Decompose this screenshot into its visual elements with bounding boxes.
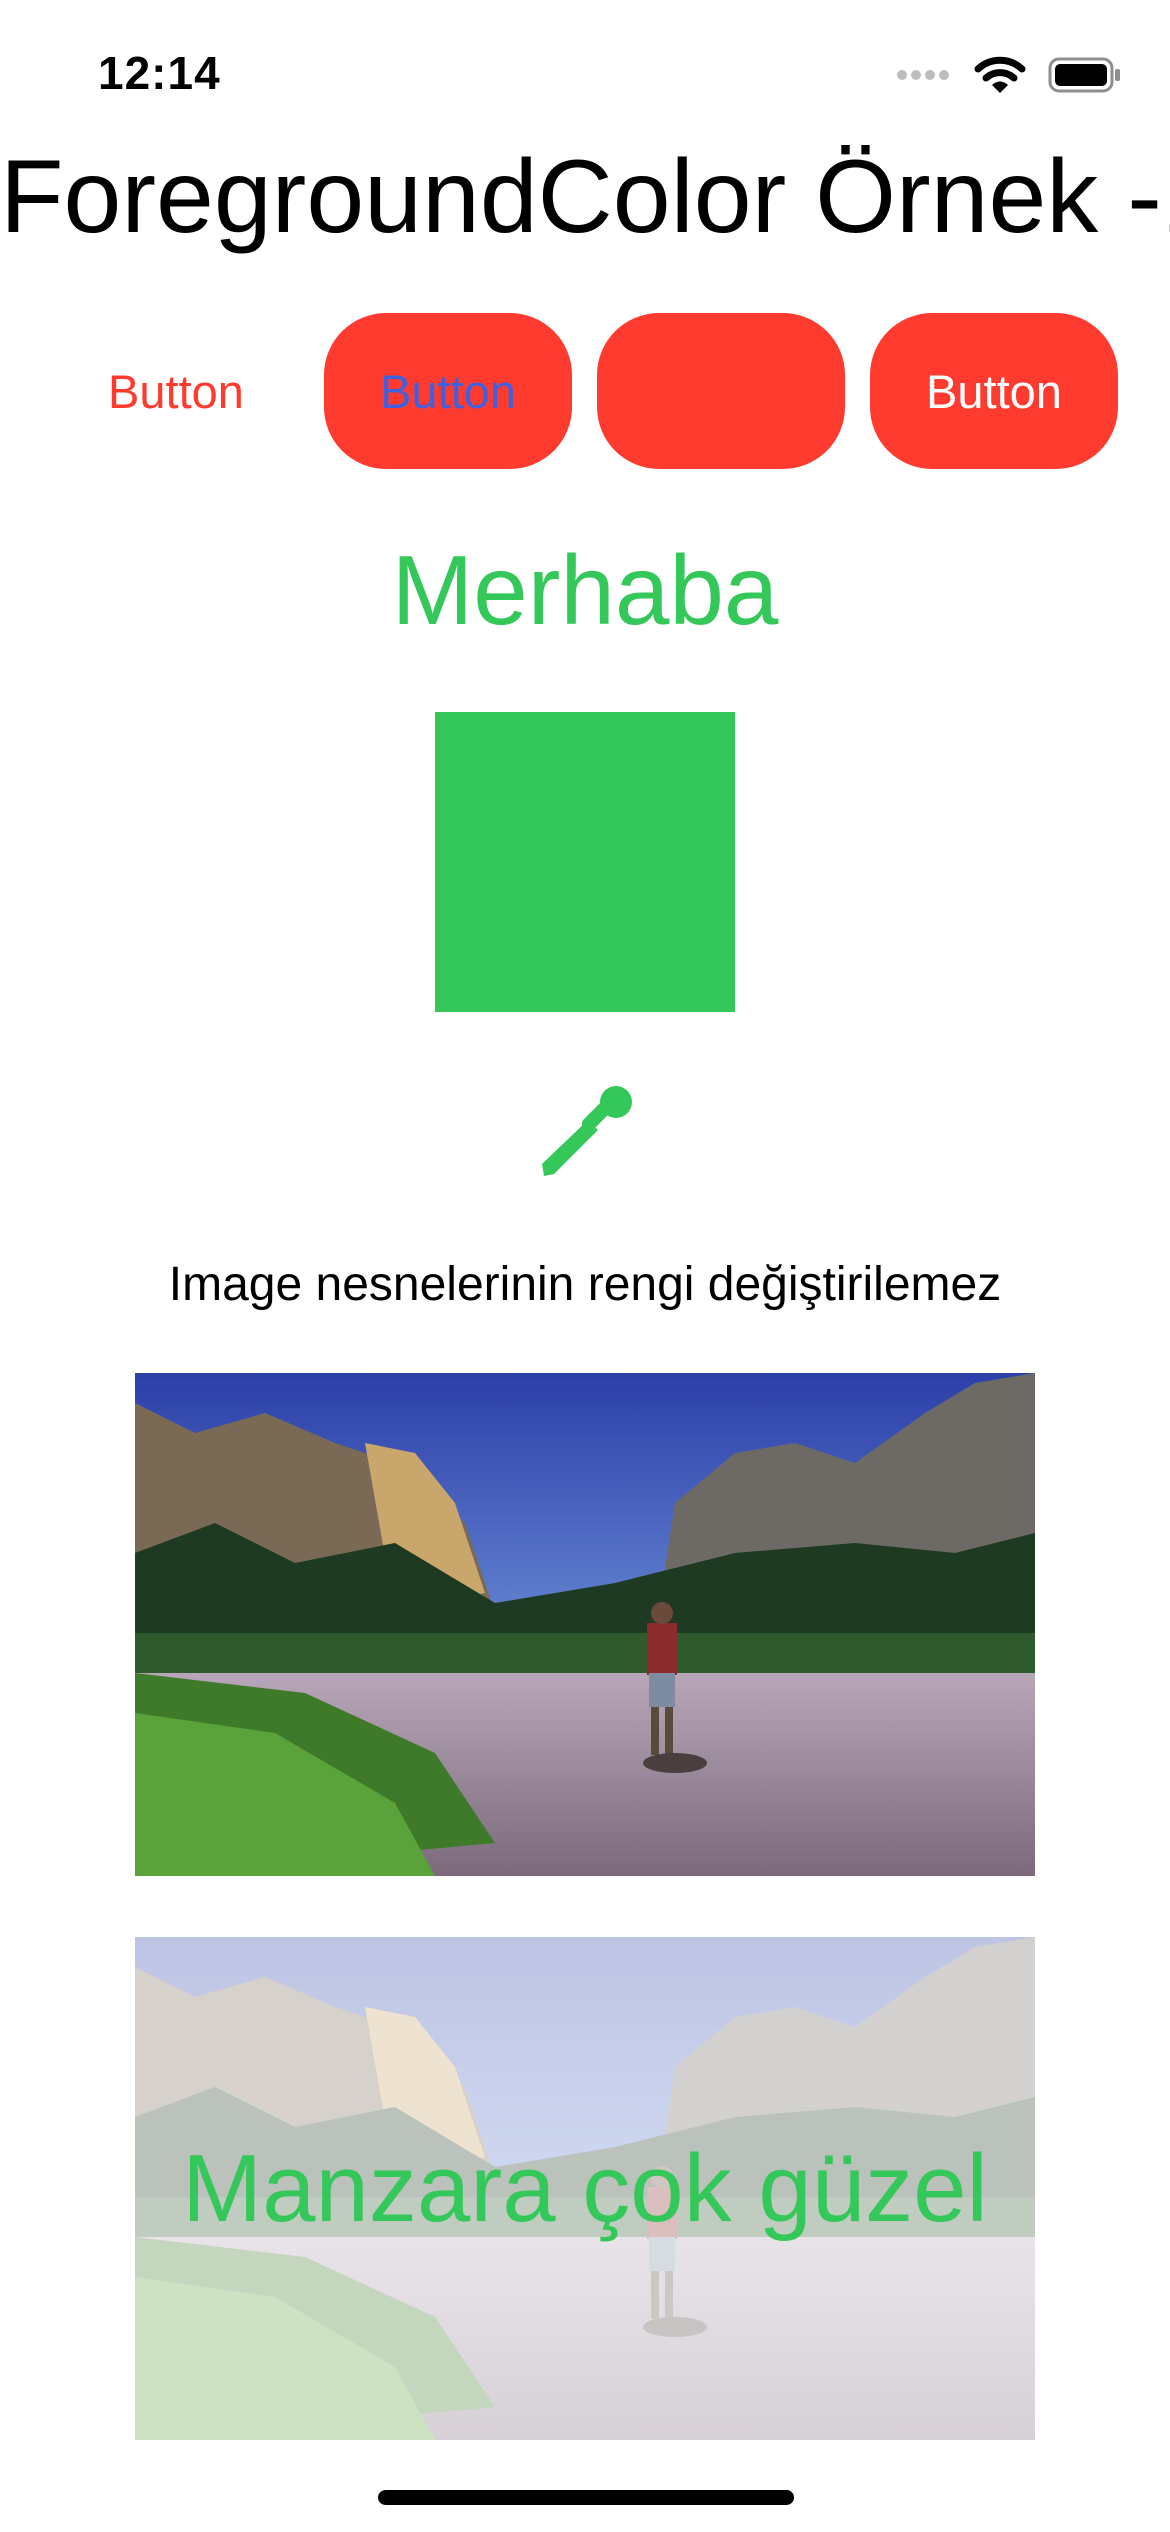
landscape-image [135, 1373, 1035, 1876]
eyedropper-icon [542, 1086, 632, 1176]
cellular-dots-icon [897, 70, 949, 80]
wifi-icon [974, 56, 1026, 93]
faded-landscape-image: Manzara çok güzel [135, 1937, 1035, 2440]
caption-text: Image nesnelerinin rengi değiştirilemez [168, 1258, 1002, 1311]
battery-icon [1048, 57, 1120, 93]
plain-button[interactable]: Button [52, 313, 300, 469]
filled-white-text-button[interactable]: Button [870, 313, 1118, 469]
filled-blue-text-button[interactable]: Button [324, 313, 572, 469]
filled-red-text-button[interactable] [597, 313, 845, 469]
greeting-text: Merhaba [391, 535, 779, 645]
green-rectangle [435, 712, 735, 1012]
overlay-text: Manzara çok güzel [182, 2134, 988, 2242]
status-icons [896, 50, 1122, 100]
page-title: ForegroundColor Örnek -1 [0, 139, 1170, 255]
status-time: 12:14 [98, 47, 221, 99]
home-indicator[interactable] [378, 2490, 794, 2505]
